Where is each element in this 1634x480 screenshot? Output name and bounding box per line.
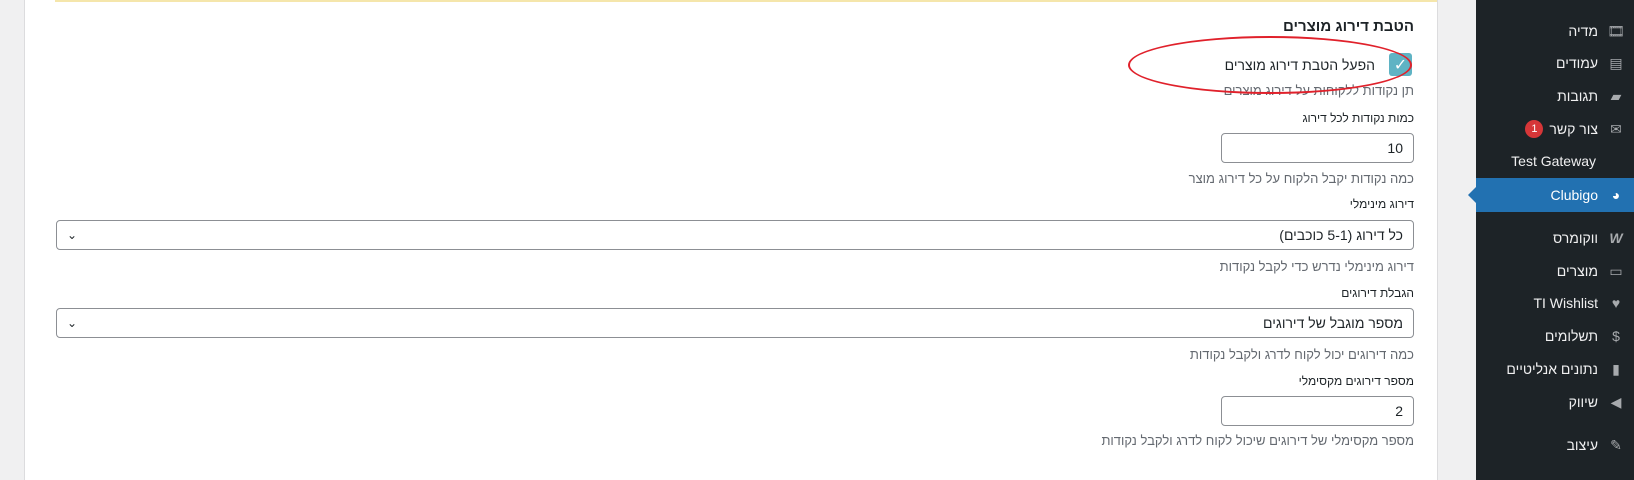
limit-label: הגבלת דירוגים [1341,286,1414,300]
sidebar-item-label: עיצוב [1566,437,1598,453]
notification-badge: 1 [1525,120,1544,138]
chevron-down-icon: ⌄ [67,228,78,242]
payments-icon: $ [1612,328,1620,344]
max-ratings-input[interactable]: 2 [1221,396,1414,426]
min-rating-value: כל דירוג (5-1 כוכבים) [1279,227,1403,243]
red-annotation-ellipse [1128,36,1412,94]
min-rating-label: דירוג מינימלי [1349,197,1414,211]
sidebar-item-label: צור קשר [1549,121,1598,137]
products-icon: ▭ [1609,262,1623,279]
sidebar-item-media[interactable]: 🎞 מדיה [1476,14,1634,48]
sidebar-item-label: שיווק [1568,394,1598,410]
sidebar-item-analytics[interactable]: ▮ נתונים אנליטיים [1476,352,1634,386]
points-label: כמות נקודות לכל דירוג [1302,111,1414,125]
max-ratings-label: מספר דירוגים מקסימלי [1298,374,1414,388]
sidebar-item-clubigo[interactable]: ◕ Clubigo [1468,178,1634,212]
points-help: כמה נקודות יקבל הלקוח על כל דירוג מוצר [1188,171,1414,186]
notice-strip [55,0,1437,2]
analytics-icon: ▮ [1612,360,1620,377]
sidebar-item-appearance[interactable]: ✎ עיצוב [1476,428,1634,462]
sidebar-item-ti-wishlist[interactable]: ♥ TI Wishlist [1476,286,1634,320]
woocommerce-icon: W [1609,230,1623,246]
limit-select[interactable]: מספר מוגבל של דירוגים ⌄ [56,308,1414,338]
pages-icon: ▤ [1609,54,1623,71]
min-rating-select[interactable]: כל דירוג (5-1 כוכבים) ⌄ [56,220,1414,250]
comments-icon: ▰ [1610,87,1622,104]
marketing-megaphone-icon: ◀ [1610,393,1622,410]
sidebar-item-payments[interactable]: $ תשלומים [1476,319,1634,353]
sidebar-item-contact[interactable]: ✉ צור קשר 1 [1476,112,1634,146]
sidebar-item-marketing[interactable]: ◀ שיווק [1476,385,1634,419]
sidebar-item-pages[interactable]: ▤ עמודים [1476,46,1634,80]
sidebar-item-comments[interactable]: ▰ תגובות [1476,79,1634,113]
max-ratings-help: מספר מקסימלי של דירוגים שיכול לקוח לדרג … [1101,433,1414,448]
points-input[interactable]: 10 [1221,133,1414,163]
sidebar-item-label: תגובות [1557,88,1598,104]
limit-value: מספר מוגבל של דירוגים [1263,315,1403,331]
min-rating-help: דירוג מינימלי נדרש כדי לקבל נקודות [1219,259,1414,274]
sidebar-item-label: נתונים אנליטיים [1506,361,1598,377]
sidebar-item-label: מוצרים [1556,263,1598,279]
sidebar-item-label: עמודים [1555,55,1598,71]
media-icon: 🎞 [1607,22,1625,39]
mail-icon: ✉ [1610,120,1622,137]
admin-sidebar: 🎞 מדיה ▤ עמודים ▰ תגובות ✉ צור קשר 1 Tes… [1468,0,1634,480]
sidebar-item-label: TI Wishlist [1533,295,1598,311]
appearance-brush-icon: ✎ [1610,436,1622,453]
limit-help: כמה דירוגים יכול לקוח לדרג ולקבל נקודות [1189,347,1414,362]
sidebar-item-woocommerce[interactable]: W ווקומרס [1476,221,1634,255]
sidebar-item-test-gateway[interactable]: Test Gateway [1476,144,1634,178]
sidebar-item-label: Clubigo [1550,187,1598,203]
chevron-down-icon: ⌄ [67,316,78,330]
sidebar-item-label: תשלומים [1544,328,1598,344]
active-indicator [1468,187,1476,203]
clubigo-icon: ◕ [1611,187,1621,203]
section-title: הטבת דירוג מוצרים [1283,18,1414,35]
sidebar-item-products[interactable]: ▭ מוצרים [1476,254,1634,288]
sidebar-item-label: מדיה [1568,23,1598,39]
sidebar-item-label: Test Gateway [1511,153,1596,169]
sidebar-item-label: ווקומרס [1552,230,1598,246]
wishlist-heart-icon: ♥ [1611,295,1621,311]
